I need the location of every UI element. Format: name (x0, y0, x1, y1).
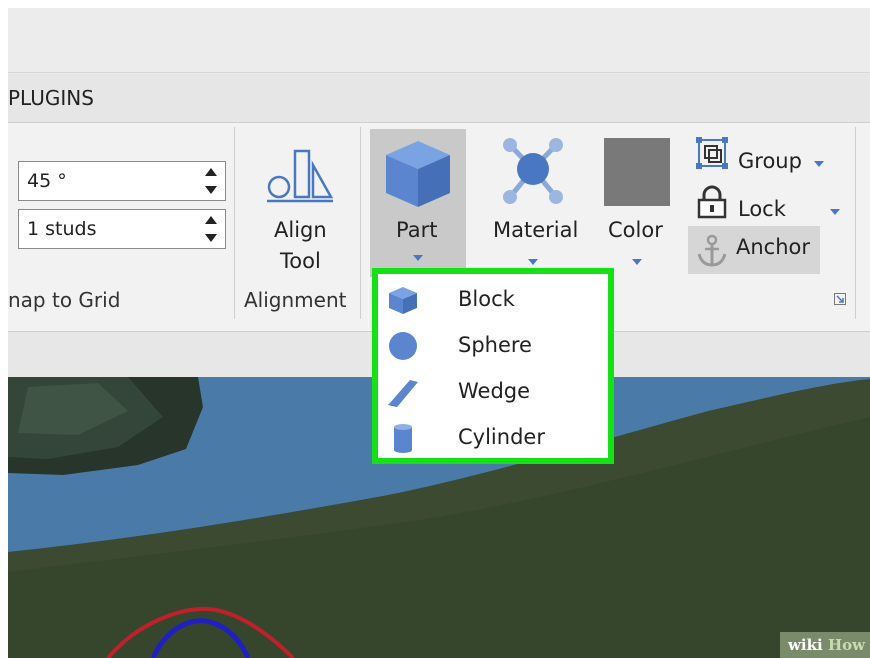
wedge-icon (388, 380, 418, 407)
part-dropdown-menu: Block Sphere Wedge Cylinder (372, 268, 614, 464)
tab-plugins[interactable]: PLUGINS (8, 86, 94, 110)
divider (855, 127, 856, 319)
move-stepper-icon[interactable] (205, 216, 217, 242)
material-icon (503, 138, 563, 204)
anchor-label: Anchor (736, 235, 811, 259)
menu-item-label: Wedge (458, 379, 531, 403)
rotate-snap-input[interactable]: 45 ° (18, 161, 226, 201)
part-label: Part (396, 218, 438, 242)
material-label: Material (493, 218, 579, 242)
alignment-group-label: Alignment (244, 288, 347, 312)
anchor-button[interactable]: Anchor (688, 226, 820, 274)
rotate-stepper-icon[interactable] (205, 168, 217, 194)
sphere-icon (389, 332, 417, 360)
align-tool-icon (267, 149, 334, 203)
color-label: Color (608, 218, 663, 242)
group-dropdown-icon[interactable] (814, 161, 824, 167)
part-dropdown-icon[interactable] (413, 255, 423, 261)
anchor-icon (697, 234, 727, 267)
color-dropdown-icon[interactable] (632, 259, 642, 265)
menu-item-cylinder[interactable]: Cylinder (378, 416, 608, 460)
group-icon (696, 137, 728, 169)
watermark-how: How (828, 636, 866, 654)
block-icon (389, 287, 417, 314)
divider (234, 127, 235, 319)
move-snap-value: 1 studs (27, 218, 97, 240)
divider (360, 127, 361, 319)
menu-item-sphere[interactable]: Sphere (378, 324, 608, 368)
menu-item-label: Sphere (458, 333, 532, 357)
material-dropdown-icon[interactable] (528, 259, 538, 265)
menu-item-block[interactable]: Block (378, 278, 608, 322)
cylinder-icon (394, 424, 412, 453)
watermark-wiki: wiki (788, 636, 823, 654)
lock-label: Lock (738, 197, 786, 221)
align-tool-label-2: Tool (280, 249, 321, 273)
align-tool-label-1: Align (274, 218, 327, 242)
studio-window: PLUGINS 45 ° 1 studs nap to Grid Align T… (8, 8, 870, 658)
group-label: Group (738, 149, 802, 173)
snap-to-grid-group-label: nap to Grid (8, 288, 121, 312)
title-area (8, 8, 870, 73)
menu-item-label: Cylinder (458, 425, 545, 449)
menu-item-label: Block (458, 287, 515, 311)
lock-dropdown-icon[interactable] (830, 209, 840, 215)
lock-icon (697, 185, 727, 219)
expand-group-icon[interactable] (834, 293, 846, 305)
part-button[interactable]: Part (370, 129, 466, 277)
part-cube-icon (386, 141, 450, 207)
color-swatch (604, 138, 670, 206)
wikihow-watermark: wiki How (780, 632, 870, 658)
rotate-snap-value: 45 ° (27, 170, 67, 192)
ribbon-tab-bar: PLUGINS (8, 74, 870, 123)
move-snap-input[interactable]: 1 studs (18, 209, 226, 249)
menu-item-wedge[interactable]: Wedge (378, 370, 608, 414)
